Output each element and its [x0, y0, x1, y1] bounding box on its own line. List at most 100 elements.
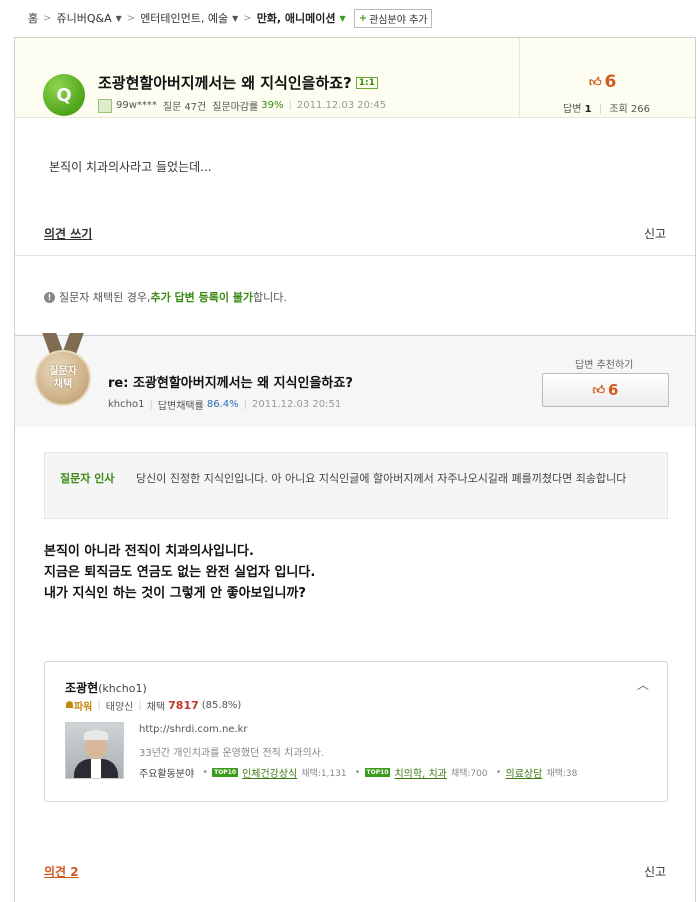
- answers-label: 답변: [563, 104, 582, 115]
- report-link[interactable]: 신고: [644, 225, 666, 242]
- answer-recommend-count: 6: [608, 381, 619, 399]
- breadcrumb: 홈 > 쥬니버Q&A ▼ > 엔터테인먼트, 예술 ▼ > 만화, 애니메이션 …: [28, 8, 433, 28]
- breadcrumb-current[interactable]: 만화, 애니메이션: [257, 10, 336, 26]
- profile-url[interactable]: http://shrdi.com.ne.kr: [139, 724, 248, 735]
- divider: |: [598, 104, 603, 115]
- question-recommend-count: 6: [604, 72, 617, 92]
- asker-note-text: 당신이 진정한 지식인입니다. 아 아니요 지식인글에 할아버지께서 자주나오시…: [136, 472, 627, 485]
- question-recommend: 👍︎ 6: [589, 72, 616, 92]
- power-badge-icon: ☗: [65, 700, 74, 711]
- areas-label: 주요활동분야: [139, 769, 195, 780]
- profile-description: 33년간 개인치과를 운영했던 전직 치과의사.: [139, 748, 325, 759]
- views-label: 조회: [609, 104, 628, 115]
- answer-body-line: 내가 지식인 하는 것이 그렇게 안 좋아보입니까?: [44, 586, 306, 601]
- thumbs-up-icon: 👍︎: [592, 382, 606, 397]
- breadcrumb-separator-icon: >: [43, 12, 52, 24]
- top10-badge: TOP10: [212, 768, 239, 777]
- profile-adopt-count: 7817: [168, 699, 199, 712]
- profile-areas: 주요활동분야 • TOP10 인체건강상식 채택:1,131 • TOP10 치…: [139, 765, 577, 780]
- recommend-label: 답변 추천하기: [575, 360, 634, 371]
- answerer-profile-card: 조광현(khcho1) ︿ ☗ 파워 | 태양신 | 채택 7817 (85.8…: [44, 661, 668, 802]
- question-title: 조광현할아버지께서는 왜 지식인을하죠? 1:1: [98, 72, 378, 93]
- asker-note-label: 질문자 인사: [60, 472, 115, 485]
- notice-prefix: 질문자 채택된 경우,: [59, 291, 151, 304]
- breadcrumb-category[interactable]: 엔터테인먼트, 예술: [140, 10, 228, 26]
- profile-name: 조광현(khcho1): [65, 679, 147, 696]
- answer-header: 질문자 채택 re: 조광현할아버지께서는 왜 지식인을하죠? khcho1 |…: [15, 333, 695, 427]
- question-author[interactable]: 99w****: [116, 100, 157, 111]
- profile-id: (khcho1): [98, 682, 147, 695]
- question-count: 47건: [184, 102, 207, 113]
- bullet-icon: •: [495, 767, 502, 778]
- asker-note: 질문자 인사 당신이 진정한 지식인입니다. 아 아니요 지식인글에 할아버지께…: [44, 452, 668, 519]
- question-meta: 99w**** 질문 47건 질문마감률 39% | 2011.12.03 20…: [98, 98, 386, 113]
- close-rate: 39%: [261, 100, 284, 111]
- divider: |: [97, 700, 101, 711]
- one-on-one-tag: 1:1: [355, 76, 378, 89]
- top10-badge: TOP10: [364, 768, 391, 777]
- info-icon: !: [44, 291, 55, 303]
- profile-photo: [65, 722, 124, 779]
- content-frame: Q 조광현할아버지께서는 왜 지식인을하죠? 1:1 99w**** 질문 47…: [14, 37, 696, 902]
- answer-body-line: 본직이 아니라 전직이 치과의사입니다.: [44, 544, 254, 559]
- divider: [519, 38, 520, 118]
- divider: |: [138, 700, 142, 711]
- recommend-answer-button[interactable]: 👍︎ 6: [542, 373, 669, 407]
- question-badge-icon: Q: [43, 74, 85, 116]
- area-count: 채택:700: [450, 769, 488, 779]
- medal-line1: 질문자: [49, 366, 77, 377]
- avatar: [98, 98, 112, 113]
- answer-body: 본직이 아니라 전직이 치과의사입니다. 지금은 퇴직금도 연금도 없는 완전 …: [44, 541, 315, 604]
- breadcrumb-home[interactable]: 홈: [28, 10, 38, 26]
- area-count: 채택:1,131: [301, 769, 347, 779]
- notice-suffix: 합니다.: [253, 291, 287, 304]
- bullet-icon: •: [202, 767, 209, 778]
- views-count: 266: [630, 104, 650, 115]
- breadcrumb-qna[interactable]: 쥬니버Q&A: [57, 10, 112, 26]
- bullet-icon: •: [354, 767, 361, 778]
- chevron-down-icon[interactable]: ▼: [116, 14, 122, 23]
- chevron-down-icon[interactable]: ▼: [232, 14, 238, 23]
- breadcrumb-separator-icon: >: [126, 12, 136, 24]
- divider: |: [288, 100, 292, 111]
- write-opinion-link[interactable]: 의견 쓰기: [44, 225, 92, 242]
- power-label: 파워: [73, 702, 93, 713]
- area-count: 채택:38: [546, 769, 578, 779]
- breadcrumb-separator-icon: >: [243, 12, 252, 24]
- answer-title: re: 조광현할아버지께서는 왜 지식인을하죠?: [108, 376, 353, 391]
- answer-body-line: 지금은 퇴직금도 연금도 없는 완전 실업자 입니다.: [44, 565, 316, 580]
- divider: |: [149, 399, 153, 410]
- profile-rank: ☗ 파워 | 태양신 | 채택 7817 (85.8%): [65, 698, 241, 713]
- answer-report-link[interactable]: 신고: [644, 863, 666, 880]
- answer-author[interactable]: khcho1: [108, 399, 144, 410]
- profile-adopt-rate: (85.8%): [201, 700, 242, 711]
- medal-line2: 채택: [53, 379, 73, 390]
- divider: |: [243, 399, 247, 410]
- question-stats: 답변 1 | 조회 266: [563, 100, 650, 115]
- profile-level: 태양신: [105, 702, 134, 713]
- answer-opinion-link[interactable]: 의견 2: [44, 863, 79, 880]
- adopted-medal-icon: 질문자 채택: [35, 350, 91, 406]
- notice-emphasis: 추가 답변 등록이 불가: [150, 291, 254, 304]
- divider: [15, 255, 695, 256]
- chevron-down-icon[interactable]: ▼: [340, 14, 346, 23]
- thumbs-up-icon: 👍︎: [589, 74, 602, 89]
- area-link[interactable]: 의료상담: [506, 765, 543, 780]
- chevron-up-icon[interactable]: ︿: [637, 676, 649, 693]
- area-link[interactable]: 인체건강상식: [242, 765, 297, 780]
- question-body: 본직이 치과의사라고 들었는데...: [49, 160, 212, 174]
- question-count-label: 질문: [162, 102, 182, 113]
- add-interest-button[interactable]: + 관심분야 추가: [353, 8, 433, 28]
- add-interest-label: 관심분야 추가: [369, 14, 428, 26]
- question-title-text: 조광현할아버지께서는 왜 지식인을하죠?: [98, 74, 352, 92]
- answers-count: 1: [584, 104, 592, 115]
- profile-adopt-label: 채택: [146, 702, 166, 713]
- answer-date: 2011.12.03 20:51: [251, 399, 342, 410]
- question-date: 2011.12.03 20:45: [296, 100, 387, 111]
- close-rate-label: 질문마감률: [212, 102, 259, 113]
- notice: ! 질문자 채택된 경우, 추가 답변 등록이 불가 합니다.: [44, 289, 287, 305]
- profile-name-text[interactable]: 조광현: [65, 681, 98, 695]
- adopt-rate-label: 답변채택률: [157, 401, 204, 412]
- area-link[interactable]: 치의학, 치과: [394, 765, 446, 780]
- adopt-rate: 86.4%: [206, 399, 239, 410]
